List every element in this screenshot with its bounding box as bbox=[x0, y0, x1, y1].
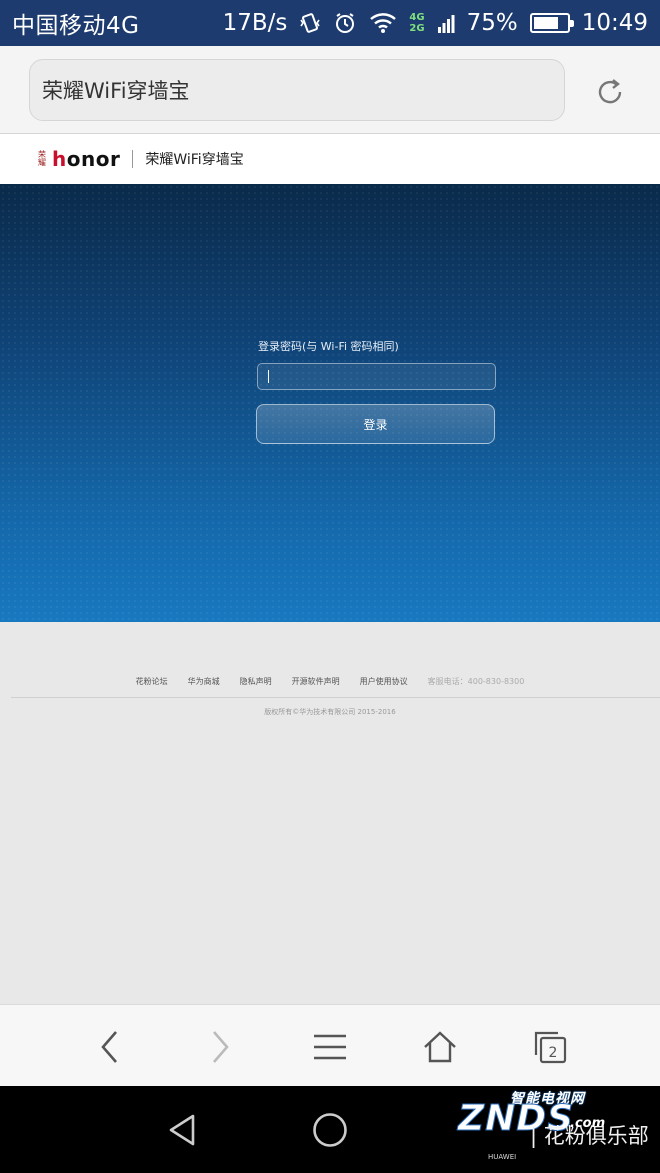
password-input[interactable] bbox=[257, 363, 496, 390]
url-text: 荣耀WiFi穿墙宝 bbox=[42, 79, 190, 103]
footer-links: 花粉论坛 华为商城 隐私声明 开源软件声明 用户使用协议 客服电话：400-83… bbox=[0, 676, 660, 687]
footer-link-opensource[interactable]: 开源软件声明 bbox=[292, 676, 340, 687]
net-2g-label: 2G bbox=[409, 23, 425, 34]
browser-address-bar: 荣耀WiFi穿墙宝 bbox=[0, 46, 660, 134]
login-panel: 登录密码(与 Wi-Fi 密码相同) 登录 bbox=[0, 184, 660, 622]
page-title: 荣耀WiFi穿墙宝 bbox=[145, 152, 244, 168]
signal-icon bbox=[437, 12, 455, 34]
system-nav-bar bbox=[0, 1086, 660, 1173]
reload-icon[interactable] bbox=[592, 74, 628, 110]
battery-icon bbox=[529, 13, 574, 33]
nav-back-icon[interactable] bbox=[160, 1108, 204, 1152]
browser-toolbar: 2 bbox=[0, 1004, 660, 1086]
footer-link-forum[interactable]: 花粉论坛 bbox=[136, 676, 168, 687]
footer-phone: 客服电话：400-830-8300 bbox=[427, 677, 525, 686]
nav-home-icon[interactable] bbox=[308, 1108, 352, 1152]
logo-cn-text: 荣耀 bbox=[38, 150, 46, 167]
carrier-label: 中国移动4G bbox=[12, 13, 140, 39]
alarm-icon bbox=[333, 11, 357, 35]
honor-logo: 荣耀 honor bbox=[38, 147, 120, 171]
forward-icon[interactable] bbox=[200, 1027, 240, 1067]
copyright: 版权所有©华为技术有限公司 2015-2016 bbox=[264, 708, 396, 716]
page-header: 荣耀 honor 荣耀WiFi穿墙宝 bbox=[0, 134, 660, 184]
status-bar: 中国移动4G 17B/s 4G 2G 75% 10:49 bbox=[0, 0, 660, 46]
vibrate-icon bbox=[299, 11, 321, 35]
footer-link-store[interactable]: 华为商城 bbox=[188, 676, 220, 687]
header-divider bbox=[132, 150, 134, 168]
network-speed: 17B/s bbox=[222, 10, 288, 36]
network-type-badge: 4G 2G bbox=[409, 12, 424, 34]
tabs-icon[interactable]: 2 bbox=[530, 1027, 570, 1067]
tabs-count: 2 bbox=[549, 1045, 558, 1061]
home-icon[interactable] bbox=[420, 1027, 460, 1067]
footer-link-privacy[interactable]: 隐私声明 bbox=[240, 676, 272, 687]
password-label: 登录密码(与 Wi-Fi 密码相同) bbox=[258, 340, 399, 353]
url-field[interactable]: 荣耀WiFi穿墙宝 bbox=[29, 59, 565, 121]
text-caret bbox=[268, 370, 269, 383]
battery-percent: 75% bbox=[466, 10, 518, 36]
clock: 10:49 bbox=[581, 10, 648, 36]
logo-wordmark: honor bbox=[52, 147, 121, 171]
footer-divider bbox=[11, 697, 660, 698]
footer-link-agreement[interactable]: 用户使用协议 bbox=[360, 676, 408, 687]
net-4g-label: 4G bbox=[409, 12, 425, 23]
wifi-icon bbox=[369, 12, 397, 34]
menu-icon[interactable] bbox=[310, 1027, 350, 1067]
login-button[interactable]: 登录 bbox=[256, 404, 495, 444]
status-icons: 17B/s 4G 2G 75% 10:49 bbox=[223, 10, 648, 36]
back-icon[interactable] bbox=[90, 1027, 130, 1067]
